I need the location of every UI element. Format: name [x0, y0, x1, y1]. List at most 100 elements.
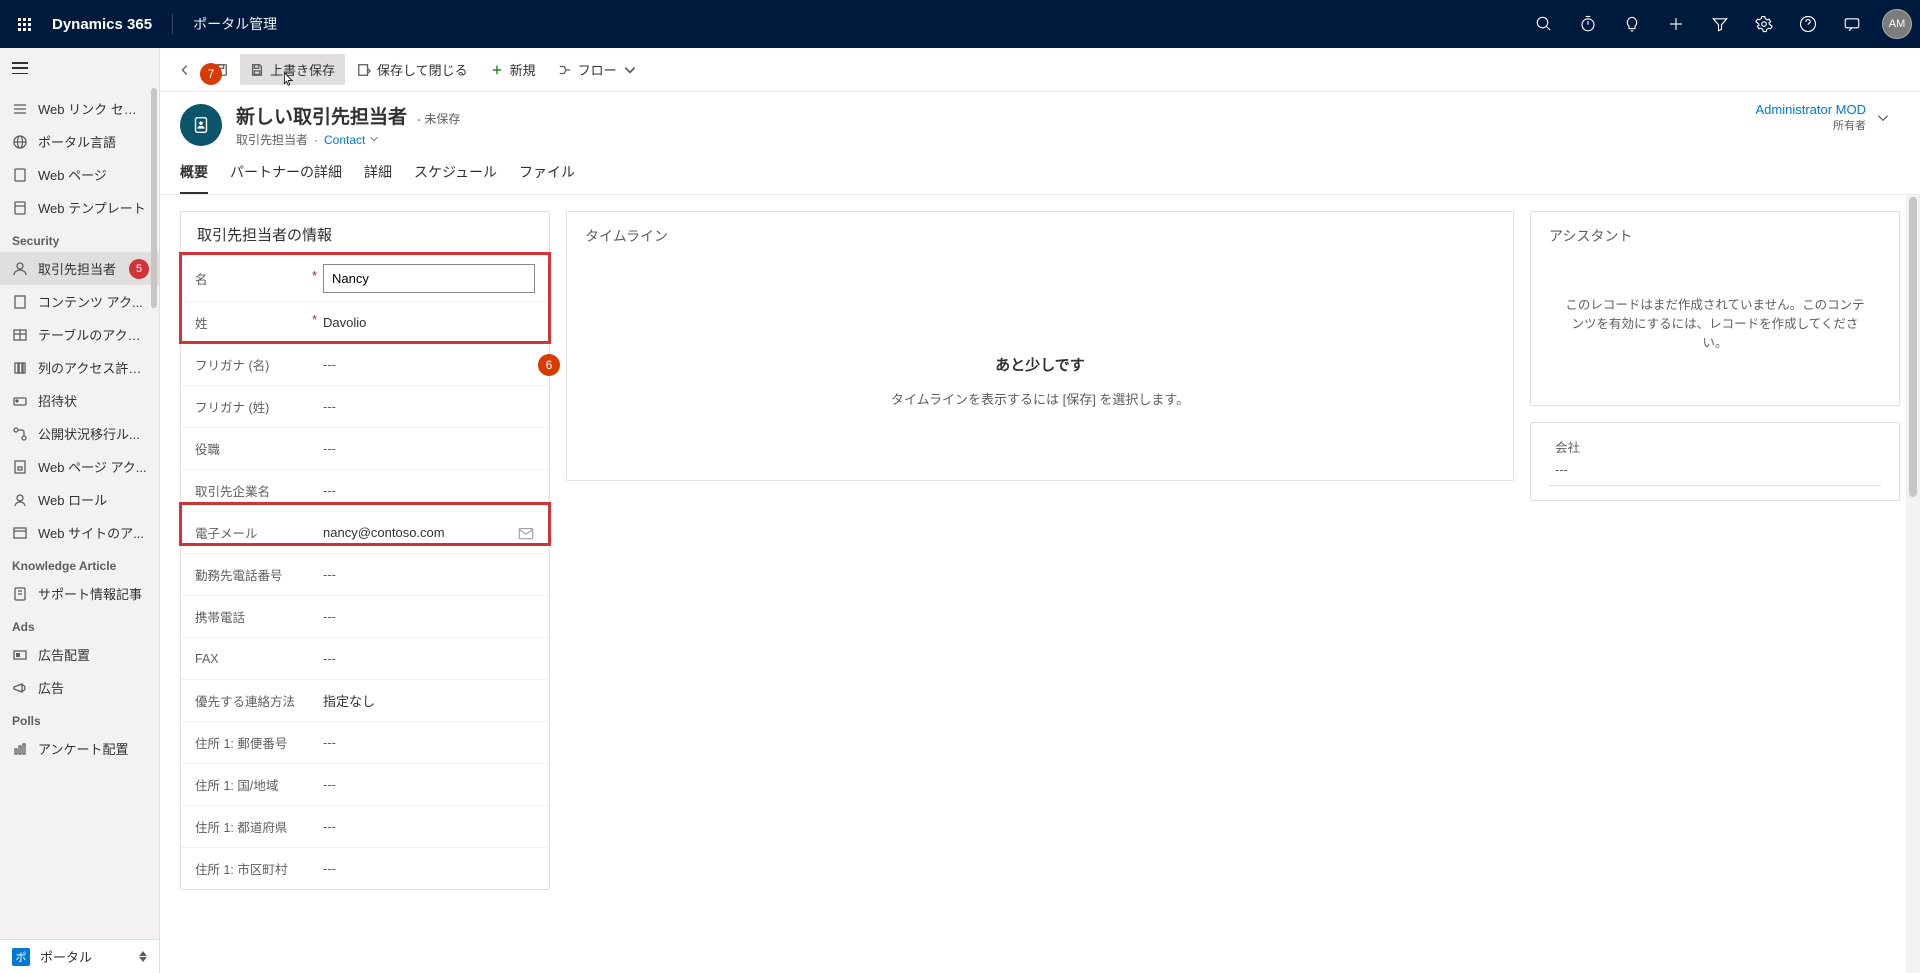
table-icon: [12, 327, 28, 343]
field-value: ---: [323, 861, 535, 876]
owner-link[interactable]: Administrator MOD: [1755, 102, 1866, 117]
field-furigana-last[interactable]: フリガナ (姓) ---: [181, 385, 549, 427]
cmd-label: 上書き保存: [270, 60, 335, 79]
waffle-icon: [18, 18, 31, 31]
nav-collapse-button[interactable]: [0, 48, 159, 88]
sidebar-item-webtemplate[interactable]: Web テンプレート: [0, 191, 159, 224]
field-addr-postal[interactable]: 住所 1: 郵便番号 ---: [181, 721, 549, 763]
save-button[interactable]: 7: [204, 57, 238, 83]
settings-button[interactable]: [1744, 4, 1784, 44]
field-addr-city[interactable]: 住所 1: 市区町村 ---: [181, 847, 549, 889]
form-name: Contact: [324, 133, 365, 147]
field-value: ---: [323, 651, 535, 666]
tab-files[interactable]: ファイル: [519, 162, 575, 194]
page-icon: [12, 167, 28, 183]
field-addr-country[interactable]: 住所 1: 国/地域 ---: [181, 763, 549, 805]
save-overwrite-button[interactable]: 上書き保存: [240, 54, 345, 85]
sidebar-item-webrole[interactable]: Web ロール: [0, 483, 159, 516]
filter-button[interactable]: [1700, 4, 1740, 44]
lightbulb-button[interactable]: [1612, 4, 1652, 44]
nav-label: テーブルのアクセ...: [38, 325, 147, 344]
field-lastname[interactable]: 姓* Davolio: [181, 301, 549, 343]
sidebar-item-weblinkset[interactable]: Web リンク セット: [0, 92, 159, 125]
gear-icon: [1755, 15, 1773, 33]
sidebar-item-column-access[interactable]: 列のアクセス許可...: [0, 351, 159, 384]
tab-overview[interactable]: 概要: [180, 162, 208, 194]
sidebar-item-webpage-access[interactable]: Web ページ アク...: [0, 450, 159, 483]
updown-icon: [139, 951, 147, 962]
field-label: 住所 1: 都道府県: [195, 821, 287, 835]
field-furigana-first[interactable]: フリガナ (名) --- 6: [181, 343, 549, 385]
nav-scrollbar[interactable]: [149, 88, 159, 923]
field-bizphone[interactable]: 勤務先電話番号 ---: [181, 553, 549, 595]
sidebar-item-ad-placement[interactable]: 広告配置: [0, 638, 159, 671]
template-icon: [12, 200, 28, 216]
app-launcher-button[interactable]: [8, 8, 40, 40]
field-company[interactable]: 取引先企業名 ---: [181, 469, 549, 511]
chevron-down-icon[interactable]: [1876, 111, 1890, 125]
field-jobtitle[interactable]: 役職 ---: [181, 427, 549, 469]
sidebar-item-invitation[interactable]: 招待状: [0, 384, 159, 417]
nav-label: サポート情報記事: [38, 584, 142, 603]
company-section: 会社 ---: [1530, 422, 1900, 501]
firstname-input[interactable]: [323, 264, 535, 293]
columns-icon: [12, 360, 28, 376]
nav-label: 公開状況移行ル...: [38, 424, 140, 443]
sidebar-item-website-access[interactable]: Web サイトのア...: [0, 516, 159, 549]
help-button[interactable]: [1788, 4, 1828, 44]
new-button[interactable]: 新規: [480, 54, 546, 85]
assistant-button[interactable]: [1832, 4, 1872, 44]
book-icon: [12, 586, 28, 602]
field-label: 名: [195, 273, 208, 287]
main-content: 7 上書き保存 保存して閉じる 新規 フロー: [160, 48, 1920, 973]
main-scrollbar[interactable]: [1906, 195, 1920, 973]
step-marker-7: 7: [200, 63, 222, 85]
field-email[interactable]: 電子メール nancy@contoso.com: [181, 511, 549, 553]
section-title: 取引先担当者の情報: [181, 212, 549, 255]
area-switcher[interactable]: ポ ポータル: [0, 940, 159, 973]
sidebar-item-poll-placement[interactable]: アンケート配置: [0, 732, 159, 765]
plus-icon: [1667, 15, 1685, 33]
tab-details[interactable]: 詳細: [364, 162, 392, 194]
nav-group-security: Security: [0, 224, 159, 252]
cmd-label: フロー: [578, 60, 617, 79]
sidebar-item-kb-article[interactable]: サポート情報記事: [0, 577, 159, 610]
field-mobile[interactable]: 携帯電話 ---: [181, 595, 549, 637]
tab-partner-details[interactable]: パートナーの詳細: [230, 162, 342, 194]
lastname-value: Davolio: [323, 315, 535, 330]
field-label: 住所 1: 国/地域: [195, 779, 278, 793]
tab-schedule[interactable]: スケジュール: [414, 162, 497, 194]
field-pref-contact[interactable]: 優先する連絡方法 指定なし: [181, 679, 549, 721]
save-close-button[interactable]: 保存して閉じる: [347, 54, 478, 85]
chevron-down-icon: [623, 63, 637, 77]
nav-group-polls: Polls: [0, 704, 159, 732]
sidebar-item-contacts[interactable]: 取引先担当者 5: [0, 252, 159, 285]
sidebar-item-content-access[interactable]: コンテンツ アク...: [0, 285, 159, 318]
field-label: フリガナ (名): [195, 359, 269, 373]
nav-label: Web サイトのア...: [38, 523, 144, 542]
command-bar: 7 上書き保存 保存して閉じる 新規 フロー: [160, 48, 1920, 92]
back-button[interactable]: [168, 57, 202, 83]
main-scrollbar-thumb[interactable]: [1909, 197, 1917, 497]
mail-icon[interactable]: [517, 524, 535, 542]
sidebar-item-table-access[interactable]: テーブルのアクセ...: [0, 318, 159, 351]
sidebar-item-portal-language[interactable]: ポータル言語: [0, 125, 159, 158]
timer-button[interactable]: [1568, 4, 1608, 44]
flow-button[interactable]: フロー: [548, 54, 647, 85]
brand-title: Dynamics 365: [52, 16, 152, 33]
left-nav: Web リンク セット ポータル言語 Web ページ Web テンプレート Se…: [0, 48, 160, 973]
field-value: ---: [323, 441, 535, 456]
field-fax[interactable]: FAX ---: [181, 637, 549, 679]
nav-scrollbar-thumb[interactable]: [151, 88, 157, 308]
user-avatar[interactable]: AM: [1882, 9, 1912, 39]
form-selector[interactable]: Contact: [324, 133, 379, 147]
nav-label: コンテンツ アク...: [38, 292, 143, 311]
sidebar-item-publish-rule[interactable]: 公開状況移行ル...: [0, 417, 159, 450]
sidebar-item-webpage[interactable]: Web ページ: [0, 158, 159, 191]
search-button[interactable]: [1524, 4, 1564, 44]
field-label: 電子メール: [195, 527, 258, 541]
field-label: 携帯電話: [195, 611, 245, 625]
field-addr-state[interactable]: 住所 1: 都道府県 ---: [181, 805, 549, 847]
add-button[interactable]: [1656, 4, 1696, 44]
sidebar-item-ad[interactable]: 広告: [0, 671, 159, 704]
